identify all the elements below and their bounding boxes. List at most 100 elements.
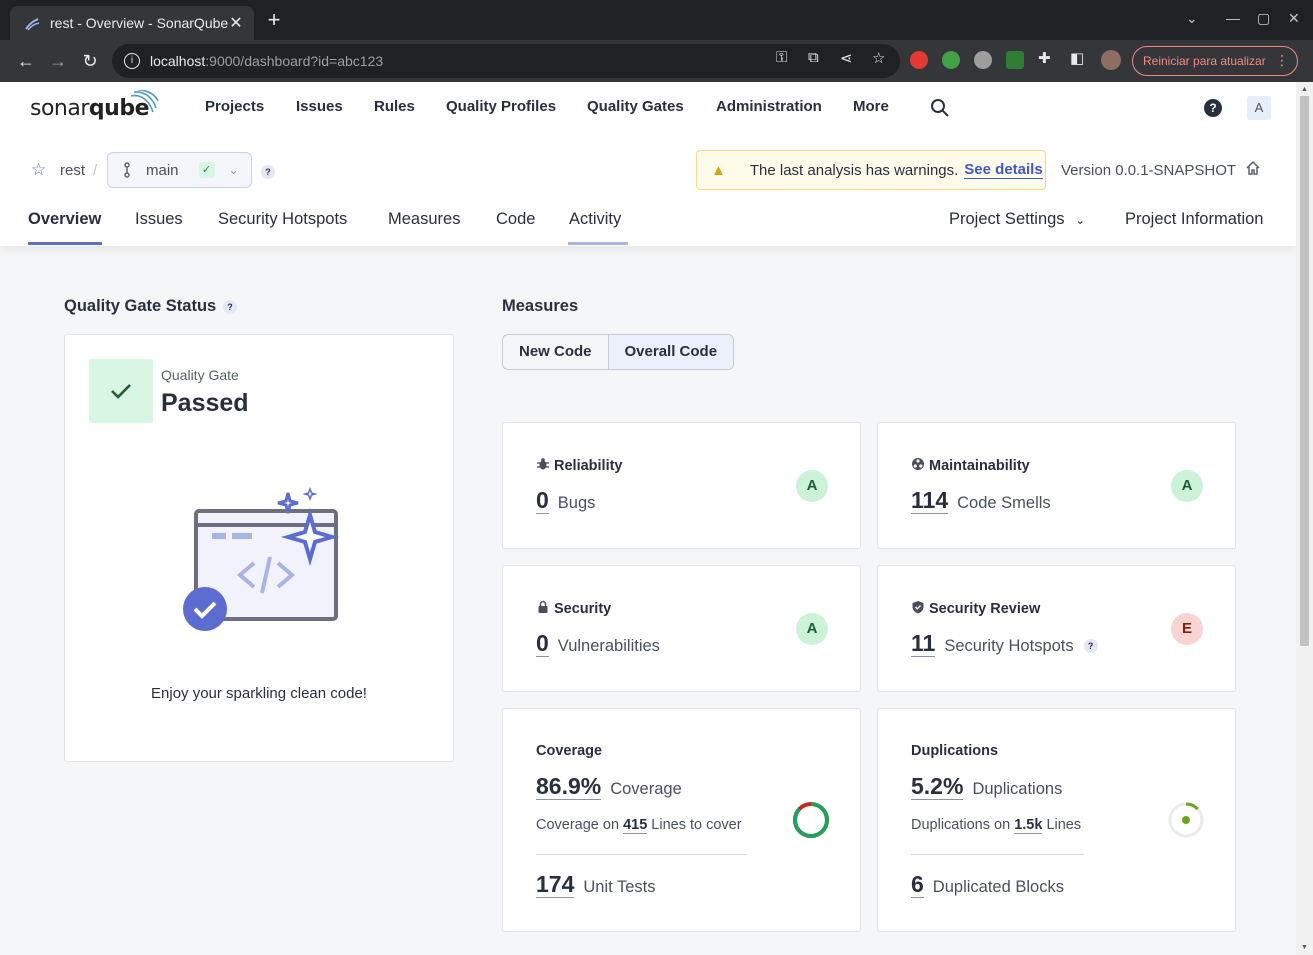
security-title: Security bbox=[554, 601, 612, 617]
window-close-icon[interactable]: ✕ bbox=[1288, 10, 1300, 27]
side-panel-icon[interactable]: ◧ bbox=[1070, 49, 1084, 67]
duplications-percent[interactable]: 5.2% bbox=[911, 773, 964, 800]
scrollbar-thumb[interactable] bbox=[1300, 96, 1309, 646]
quality-gate-card: Quality Gate Passed Enjoy your sparkling… bbox=[64, 334, 454, 762]
restart-label: Reiniciar para atualizar bbox=[1143, 54, 1266, 68]
unit-tests-count[interactable]: 174 bbox=[536, 871, 575, 898]
branch-icon bbox=[124, 162, 130, 178]
nav-projects[interactable]: Projects bbox=[205, 98, 264, 115]
new-code-toggle[interactable]: New Code bbox=[503, 335, 608, 369]
duplications-label: Duplications bbox=[972, 780, 1063, 798]
duplicated-blocks-count[interactable]: 6 bbox=[911, 871, 924, 898]
tab-overview[interactable]: Overview bbox=[28, 210, 101, 229]
page-content: sonarqube Projects Issues Rules Quality … bbox=[0, 82, 1296, 955]
reload-icon[interactable]: ↻ bbox=[78, 49, 102, 73]
translate-icon[interactable]: ⧉ bbox=[808, 49, 819, 66]
sonarqube-logo[interactable]: sonarqube bbox=[30, 90, 159, 121]
shield-icon bbox=[911, 600, 925, 618]
bugs-count[interactable]: 0 bbox=[536, 487, 549, 514]
duplications-donut-chart bbox=[1168, 802, 1204, 838]
quality-gate-help-icon[interactable]: ? bbox=[223, 300, 237, 314]
extension-gray-icon[interactable] bbox=[974, 51, 992, 69]
tab-search-chevron-icon[interactable]: ⌄ bbox=[1186, 10, 1198, 27]
scroll-up-icon[interactable]: ▲ bbox=[1300, 86, 1309, 93]
back-icon[interactable]: ← bbox=[14, 49, 38, 73]
tab-code[interactable]: Code bbox=[496, 210, 535, 229]
extension-android-icon[interactable] bbox=[1006, 51, 1024, 69]
page-scrollbar[interactable]: ▲ ▼ bbox=[1296, 82, 1313, 955]
share-icon[interactable]: ⋖ bbox=[840, 49, 853, 67]
code-smells-label: Code Smells bbox=[957, 494, 1051, 512]
security-hotspots-count[interactable]: 11 bbox=[911, 630, 936, 657]
vulnerabilities-count[interactable]: 0 bbox=[536, 630, 549, 657]
duplications-lines-suffix: Lines bbox=[1046, 817, 1082, 833]
scroll-down-icon[interactable]: ▼ bbox=[1300, 944, 1309, 951]
help-icon[interactable]: ? bbox=[1204, 99, 1222, 117]
nav-more[interactable]: More bbox=[853, 98, 889, 115]
top-navigation: sonarqube Projects Issues Rules Quality … bbox=[0, 82, 1296, 134]
bookmark-star-icon[interactable]: ☆ bbox=[872, 49, 885, 67]
security-hotspots-help-icon[interactable]: ? bbox=[1083, 639, 1098, 653]
security-card: Security 0 Vulnerabilities A bbox=[502, 565, 861, 692]
restart-to-update-button[interactable]: Reiniciar para atualizar ⋮ bbox=[1132, 46, 1298, 76]
close-tab-icon[interactable]: ✕ bbox=[228, 13, 244, 33]
see-details-link[interactable]: See details bbox=[964, 161, 1043, 179]
quality-gate-status: Passed bbox=[161, 389, 249, 417]
coverage-percent[interactable]: 86.9% bbox=[536, 773, 602, 800]
extensions-puzzle-icon[interactable]: ✚ bbox=[1038, 49, 1051, 67]
nav-quality-profiles[interactable]: Quality Profiles bbox=[446, 98, 556, 115]
forward-icon[interactable]: → bbox=[46, 49, 70, 73]
nav-rules[interactable]: Rules bbox=[374, 98, 415, 115]
key-icon[interactable]: ⚿ bbox=[776, 49, 787, 66]
extension-green-icon[interactable] bbox=[942, 51, 960, 69]
new-tab-icon[interactable]: + bbox=[262, 8, 286, 32]
clean-code-illustration bbox=[183, 487, 340, 631]
duplications-lines: Duplications on 1.5k Lines bbox=[911, 817, 1082, 834]
user-avatar[interactable]: A bbox=[1247, 96, 1271, 120]
duplications-card: Duplications 5.2% Duplications Duplicatio… bbox=[877, 708, 1236, 932]
code-smells-count[interactable]: 114 bbox=[911, 487, 949, 514]
browser-tab[interactable]: rest - Overview - SonarQube ✕ bbox=[10, 6, 254, 40]
security-rating[interactable]: A bbox=[796, 613, 828, 645]
reliability-rating[interactable]: A bbox=[796, 470, 828, 502]
extension-red-icon[interactable] bbox=[910, 51, 928, 69]
duplication-lines-count[interactable]: 1.5k bbox=[1014, 817, 1043, 834]
maintainability-rating[interactable]: A bbox=[1171, 470, 1203, 502]
bug-icon bbox=[536, 457, 550, 475]
nav-issues[interactable]: Issues bbox=[296, 98, 343, 115]
minimize-icon[interactable]: — bbox=[1226, 10, 1240, 26]
tab-issues[interactable]: Issues bbox=[135, 210, 183, 229]
profile-avatar[interactable] bbox=[1101, 50, 1121, 70]
coverage-title: Coverage bbox=[536, 743, 603, 759]
tab-security-hotspots[interactable]: Security Hotspots bbox=[218, 210, 347, 229]
project-settings-label: Project Settings bbox=[949, 210, 1065, 228]
security-review-rating[interactable]: E bbox=[1171, 613, 1203, 645]
branch-selector[interactable]: main ✓ ⌄ bbox=[107, 152, 252, 188]
search-icon[interactable] bbox=[930, 98, 950, 118]
tab-project-settings[interactable]: Project Settings ⌄ bbox=[949, 210, 1085, 229]
warning-text: The last analysis has warnings. bbox=[749, 161, 959, 179]
nav-quality-gates[interactable]: Quality Gates bbox=[587, 98, 684, 115]
measures-title: Measures bbox=[502, 297, 579, 315]
nav-administration[interactable]: Administration bbox=[716, 98, 822, 115]
overall-code-toggle[interactable]: Overall Code bbox=[607, 335, 734, 369]
home-icon[interactable] bbox=[1245, 160, 1261, 176]
coverage-lines: Coverage on 415 Lines to cover bbox=[536, 817, 742, 834]
branch-help-icon[interactable]: ? bbox=[261, 165, 275, 179]
coverage-donut-chart bbox=[793, 802, 829, 838]
maximize-icon[interactable]: ▢ bbox=[1257, 10, 1270, 27]
favorite-star-icon[interactable]: ☆ bbox=[31, 160, 46, 180]
tab-measures[interactable]: Measures bbox=[388, 210, 460, 229]
security-hotspots-label: Security Hotspots bbox=[944, 637, 1074, 655]
lines-to-cover-count[interactable]: 415 bbox=[623, 817, 648, 834]
site-info-icon[interactable]: i bbox=[124, 53, 140, 69]
project-name[interactable]: rest bbox=[60, 162, 85, 179]
tab-project-information[interactable]: Project Information bbox=[1125, 210, 1263, 229]
active-tab-indicator bbox=[28, 242, 102, 245]
vulnerabilities-label: Vulnerabilities bbox=[557, 637, 660, 655]
coverage-lines-prefix: Coverage on bbox=[536, 817, 620, 833]
tab-activity[interactable]: Activity bbox=[569, 210, 621, 229]
quality-gate-title: Quality Gate Status bbox=[64, 297, 216, 316]
quality-gate-title-text: Quality Gate Status bbox=[64, 297, 217, 315]
browser-menu-icon[interactable]: ⋮ bbox=[1275, 52, 1289, 69]
